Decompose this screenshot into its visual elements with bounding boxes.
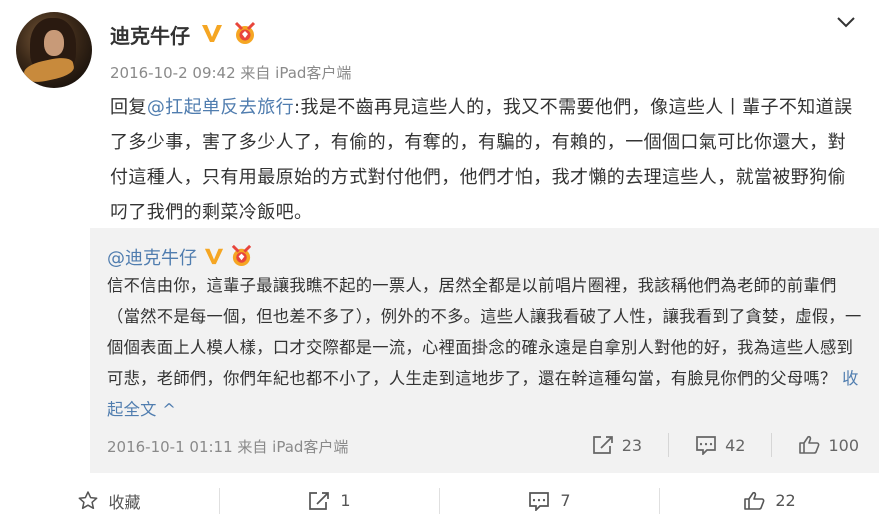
avatar-face — [44, 30, 64, 56]
star-icon — [79, 491, 98, 510]
divider — [668, 433, 670, 457]
divider — [771, 433, 773, 457]
quoted-actions: 23 42 100 — [566, 433, 859, 457]
comment-icon — [696, 436, 716, 455]
post-meta: 2016-10-2 09:42 来自 iPad客户端 — [110, 62, 351, 83]
favorite-button[interactable]: 收藏 — [0, 478, 219, 523]
medal-icon[interactable] — [232, 21, 258, 45]
quoted-body: 信不信由你，這輩子最讓我瞧不起的一票人，居然全都是以前唱片圈裡，我該稱他們為老師… — [107, 276, 862, 388]
quoted-text: 信不信由你，這輩子最讓我瞧不起的一票人，居然全都是以前唱片圈裡，我該稱他們為老師… — [107, 270, 862, 425]
chevron-down-icon[interactable] — [835, 14, 857, 30]
quoted-meta: 2016-10-1 01:11 来自 iPad客户端 — [107, 436, 348, 457]
favorite-label: 收藏 — [108, 492, 141, 512]
like-button[interactable]: 22 — [660, 478, 879, 523]
verified-v-icon — [204, 248, 224, 265]
post-author[interactable]: 迪克牛仔 — [110, 20, 190, 49]
medal-icon[interactable] — [229, 244, 254, 267]
repost-icon — [309, 491, 330, 510]
quoted-like-count: 100 — [828, 435, 859, 455]
quoted-repost-button[interactable]: 23 — [592, 435, 642, 455]
post-source: 来自 iPad客户端 — [240, 64, 352, 82]
like-icon — [799, 435, 820, 454]
like-count: 22 — [775, 491, 796, 510]
action-bar: 收藏 1 7 22 — [0, 478, 879, 523]
comment-button[interactable]: 7 — [440, 478, 659, 523]
quoted-source: 来自 iPad客户端 — [237, 438, 349, 456]
quoted-like-button[interactable]: 100 — [798, 435, 859, 455]
quoted-post[interactable]: @迪克牛仔 信不信由你，這輩子最讓我瞧不起的一票人，居然全都是以前唱片圈裡，我該… — [90, 228, 879, 473]
quoted-date: 2016-10-1 01:11 — [107, 438, 233, 456]
avatar[interactable] — [16, 12, 92, 88]
comment-count: 7 — [560, 491, 571, 510]
reply-prefix: 回复 — [110, 97, 147, 118]
quoted-repost-count: 23 — [621, 435, 643, 455]
reply-mention-link[interactable]: @扛起单反去旅行 — [147, 97, 294, 118]
repost-button[interactable]: 1 — [220, 478, 439, 523]
repost-count: 1 — [340, 491, 351, 510]
post-body: 回复@扛起单反去旅行:我是不齒再見這些人的，我又不需要他們，像這些人丨輩子不知道… — [110, 90, 860, 230]
quoted-comment-button[interactable]: 42 — [695, 435, 745, 455]
comment-icon — [529, 491, 550, 511]
like-icon — [744, 491, 765, 510]
post-date: 2016-10-2 09:42 — [110, 64, 236, 82]
quoted-comment-count: 42 — [725, 435, 746, 455]
verified-v-icon — [202, 25, 222, 42]
quoted-author-link[interactable]: @迪克牛仔 — [107, 244, 197, 270]
repost-icon — [592, 436, 613, 454]
